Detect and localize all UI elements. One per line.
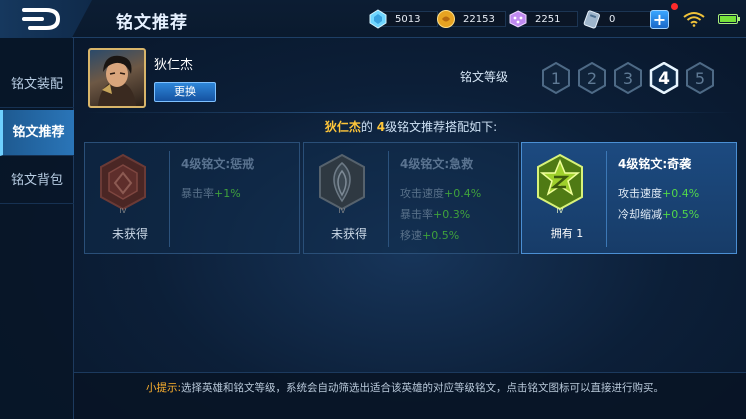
tip-text: 小提示:选择英雄和铭文等级，系统会自动筛选出适合该英雄的对应等级铭文，点击铭文图… (146, 380, 686, 397)
rune-attr-value: +0.5% (422, 229, 460, 242)
level-1-button[interactable]: 1 (540, 62, 572, 94)
svg-text:3: 3 (623, 69, 633, 88)
svg-text:5: 5 (695, 69, 705, 88)
plus-icon[interactable]: + (650, 10, 669, 29)
rune-attr-label: 暴击率 (400, 208, 433, 221)
diamond-counter[interactable]: 5013 (368, 9, 438, 29)
card-divider (169, 151, 170, 247)
rune-card[interactable]: IV 拥有 1 4级铭文:奇袭 攻击速度+0.4% 冷却缩减+0.5% (521, 142, 737, 254)
headline-rest: 级铭文推荐搭配如下: (385, 120, 498, 134)
card-divider (388, 151, 389, 247)
dice-icon (509, 10, 527, 28)
rune-attr-value: +0.4% (662, 187, 700, 200)
voucher-counter[interactable]: 0 (582, 9, 652, 29)
tip-label: 小提示: (146, 382, 182, 394)
top-bar: 铭文推荐 5013 22153 2251 0 + (0, 0, 746, 38)
level-4-button[interactable]: 4 (648, 62, 680, 94)
rune-attr: 冷却缩减+0.5% (618, 206, 699, 222)
svg-text:1: 1 (551, 69, 561, 88)
rune-attr: 攻击速度+0.4% (618, 185, 699, 201)
rune-attr: 攻击速度+0.4% (400, 185, 481, 201)
battery-icon (718, 14, 740, 24)
rune-status: 未获得 (330, 227, 367, 241)
rune-attr: 移速+0.5% (400, 227, 459, 243)
headline-hero: 狄仁杰 (324, 120, 361, 134)
rune-status: 未获得 (111, 227, 148, 241)
level-2-button[interactable]: 2 (576, 62, 608, 94)
rune-raid-icon[interactable]: IV (534, 153, 586, 215)
back-button[interactable] (0, 0, 92, 38)
notification-dot (671, 3, 678, 10)
tip-body: 选择英雄和铭文等级，系统会自动筛选出适合该英雄的对应等级铭文，点击铭文图标可以直… (181, 382, 665, 394)
rune-owned-status: 拥有 1 (522, 225, 612, 241)
hero-portrait-icon (98, 55, 136, 106)
gold-coin-icon (437, 10, 455, 28)
rune-owned-label: 拥有 (550, 227, 573, 240)
headline-level: 4 (376, 120, 386, 134)
hero-panel: 狄仁杰 更换 铭文等级 1 2 3 4 5 (84, 46, 738, 112)
rune-attr-value: +0.4% (444, 187, 482, 200)
rune-owned-count: 1 (576, 227, 584, 240)
sidebar-item-rune-recommend[interactable]: 铭文推荐 (0, 110, 74, 156)
wifi-icon (683, 12, 705, 27)
rune-attr: 暴击率+1% (181, 185, 241, 201)
divider (84, 112, 738, 113)
svg-text:IV: IV (120, 207, 127, 215)
rune-attr-label: 攻击速度 (400, 187, 444, 200)
rune-attr-label: 冷却缩减 (618, 208, 662, 221)
tip-bar: 小提示:选择英雄和铭文等级，系统会自动筛选出适合该英雄的对应等级铭文，点击铭文图… (74, 372, 746, 419)
voucher-icon (583, 10, 600, 29)
change-hero-button[interactable]: 更换 (154, 82, 216, 102)
gold-counter[interactable]: 22153 (436, 9, 506, 29)
rune-level-label: 铭文等级 (460, 70, 509, 84)
rune-firstaid-icon[interactable]: IV (316, 153, 368, 215)
rune-attr-label: 移速 (400, 229, 422, 242)
rune-name: 4级铭文:急救 (400, 157, 474, 171)
recommend-headline: 狄仁杰的 4级铭文推荐搭配如下: (84, 118, 738, 135)
rune-name: 4级铭文:奇袭 (618, 157, 692, 171)
hero-avatar[interactable] (88, 48, 146, 108)
headline-connector: 的 (360, 120, 373, 134)
rune-attr: 暴击率+0.3% (400, 206, 470, 222)
rune-attr-value: +0.3% (433, 208, 471, 221)
level-3-button[interactable]: 3 (612, 62, 644, 94)
sidebar-item-rune-bag[interactable]: 铭文背包 (0, 158, 74, 204)
hero-name: 狄仁杰 (154, 58, 194, 73)
level-5-button[interactable]: 5 (684, 62, 716, 94)
back-icon (22, 8, 61, 30)
sidebar: 铭文装配 铭文推荐 铭文背包 (0, 38, 74, 419)
rune-card[interactable]: IV 未获得 4级铭文:急救 攻击速度+0.4% 暴击率+0.3% 移速+0.5… (303, 142, 519, 254)
diamond-icon (369, 9, 387, 29)
rune-attr-label: 暴击率 (181, 187, 214, 200)
rune-card[interactable]: IV 未获得 4级铭文:惩戒 暴击率+1% (84, 142, 300, 254)
svg-text:4: 4 (658, 69, 670, 89)
card-divider (606, 151, 607, 247)
dice-counter[interactable]: 2251 (508, 9, 578, 29)
rune-attr-label: 攻击速度 (618, 187, 662, 200)
rune-attr-value: +1% (214, 187, 241, 200)
page-title: 铭文推荐 (116, 13, 188, 33)
svg-text:IV: IV (557, 207, 564, 215)
svg-text:2: 2 (587, 69, 597, 88)
rune-punish-icon[interactable]: IV (97, 153, 149, 215)
rune-attr-value: +0.5% (662, 208, 700, 221)
svg-text:IV: IV (339, 207, 346, 215)
sidebar-item-rune-equip[interactable]: 铭文装配 (0, 62, 74, 108)
rune-name: 4级铭文:惩戒 (181, 157, 255, 171)
